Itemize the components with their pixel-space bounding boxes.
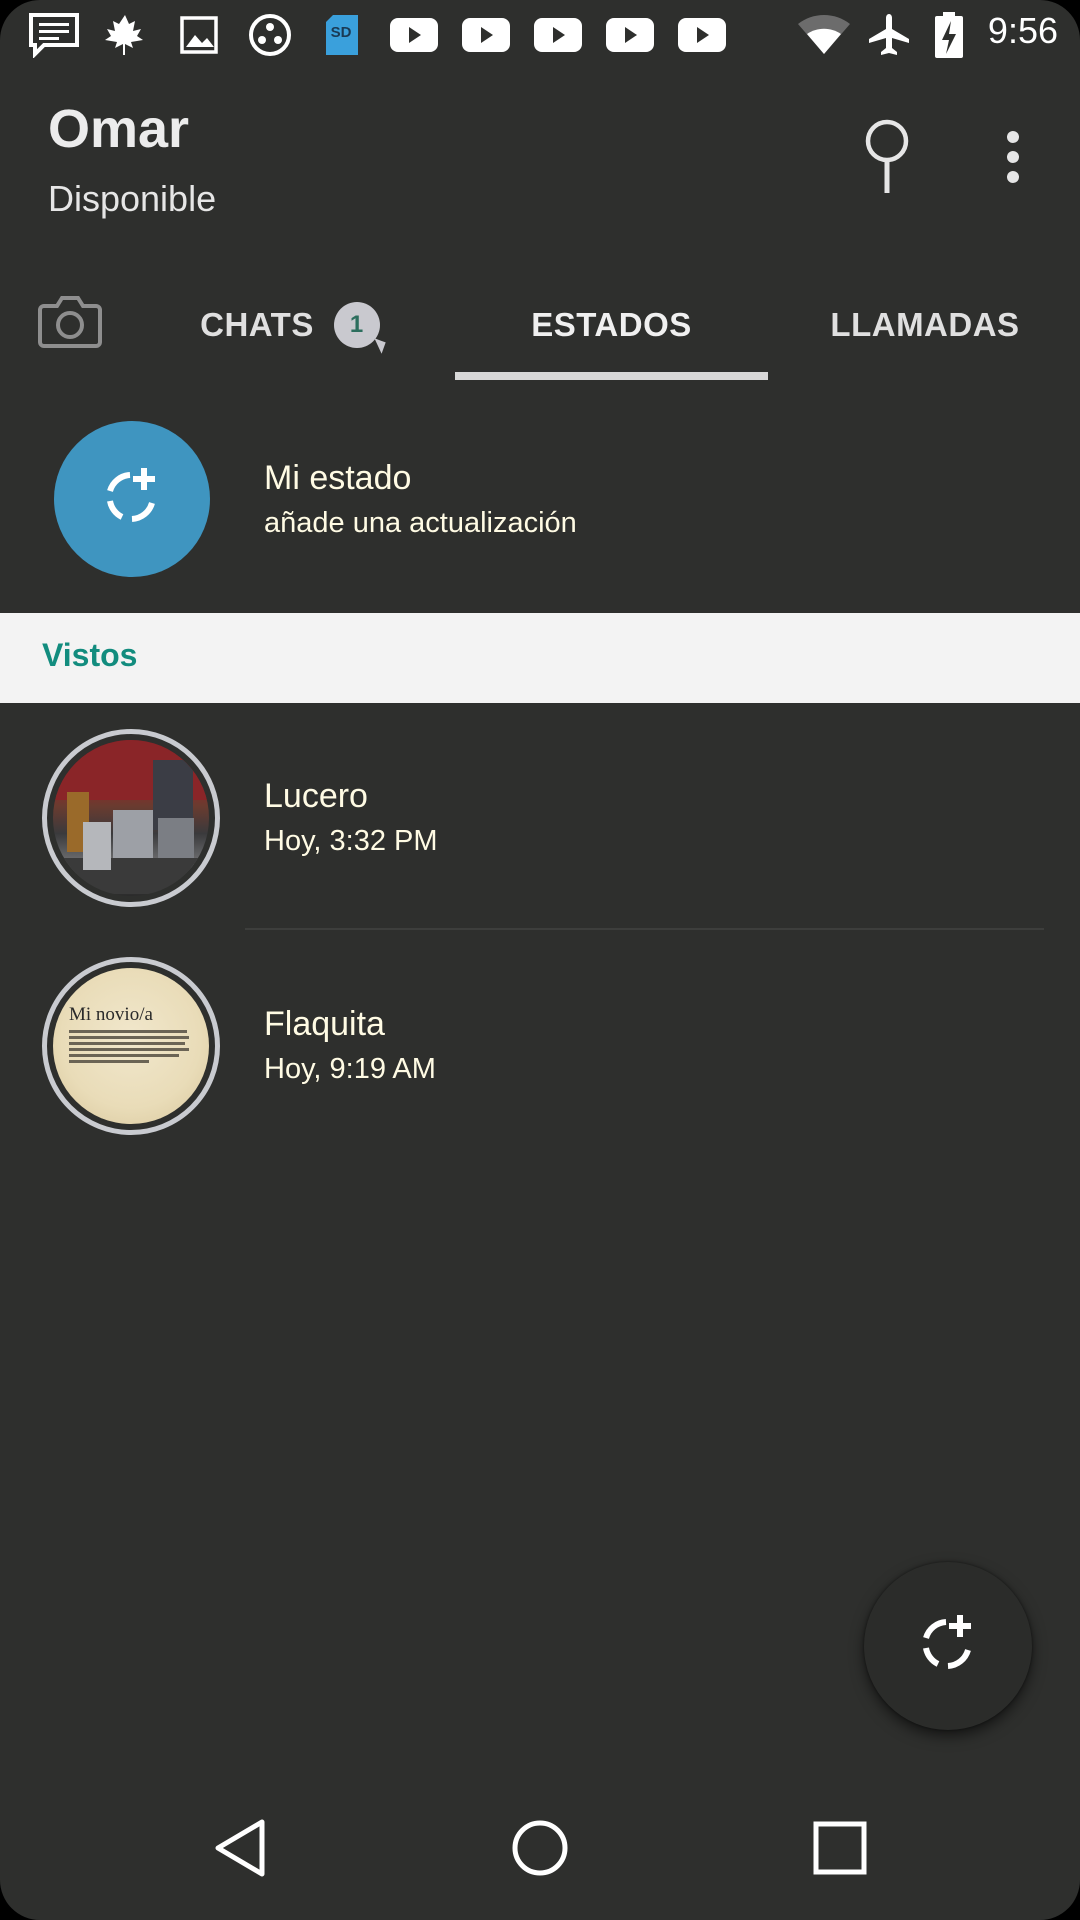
contact-time: Hoy, 9:19 AM xyxy=(264,1053,436,1085)
profile-name: Omar xyxy=(48,99,190,159)
back-button[interactable] xyxy=(190,1800,290,1900)
status-ring: Mi novio/a xyxy=(42,957,220,1135)
app-header: Omar Disponible CHATS 1 ESTADOS LLAMADAS xyxy=(0,70,1080,380)
clock-time: 9:56 xyxy=(987,10,1058,51)
battery-charging-icon xyxy=(934,12,964,58)
recents-button[interactable] xyxy=(790,1800,890,1900)
wifi-icon xyxy=(796,12,852,58)
status-ring xyxy=(42,729,220,907)
tab-chats-label: CHATS xyxy=(200,306,314,343)
thumbnail-title: Mi novio/a xyxy=(69,1004,153,1025)
contact-time: Hoy, 3:32 PM xyxy=(264,825,438,857)
contact-thumbnail xyxy=(53,740,209,896)
tab-llamadas-label: LLAMADAS xyxy=(830,306,1020,343)
more-vert-icon xyxy=(1005,129,1021,190)
tab-indicator xyxy=(455,372,768,380)
status-add-icon xyxy=(100,465,164,534)
sd-card-label: SD xyxy=(330,24,352,41)
tab-camera[interactable] xyxy=(30,270,110,380)
youtube-icon xyxy=(678,12,726,58)
status-item-lucero[interactable]: Lucero Hoy, 3:32 PM xyxy=(0,703,1080,931)
section-label: Vistos xyxy=(42,637,138,673)
search-button[interactable] xyxy=(842,114,932,204)
back-icon xyxy=(210,1816,270,1885)
profile-status: Disponible xyxy=(48,178,217,219)
thumbnail-text: Mi novio/a xyxy=(69,1004,199,1066)
tab-chats[interactable]: CHATS 1 xyxy=(150,270,430,380)
home-icon xyxy=(510,1818,570,1883)
app-circle-icon xyxy=(246,12,294,58)
my-status-subtitle: añade una actualización xyxy=(264,507,577,539)
contact-name: Flaquita xyxy=(264,1005,385,1043)
tab-bar: CHATS 1 ESTADOS LLAMADAS xyxy=(0,270,1080,380)
sd-card-icon: SD xyxy=(322,12,362,58)
thumbnail-lines xyxy=(69,1030,199,1063)
app-screen: SD 9:56 Omar Disponible CHATS 1 ESTADOS … xyxy=(0,0,1080,1920)
unread-badge: 1 xyxy=(333,302,380,348)
section-header: Vistos xyxy=(0,613,1080,703)
new-status-button[interactable] xyxy=(864,1562,1032,1730)
search-icon xyxy=(859,119,915,200)
camera-icon xyxy=(38,294,102,356)
navigation-bar xyxy=(0,1780,1080,1920)
youtube-icon xyxy=(606,12,654,58)
status-bar: SD 9:56 xyxy=(0,0,1080,70)
contact-name: Lucero xyxy=(264,777,368,815)
youtube-icon xyxy=(390,12,438,58)
tab-estados-label: ESTADOS xyxy=(531,306,692,343)
contact-thumbnail: Mi novio/a xyxy=(53,968,209,1124)
my-status-title: Mi estado xyxy=(264,459,412,497)
message-icon xyxy=(26,12,82,58)
status-item-flaquita[interactable]: Mi novio/a Flaquita Hoy, 9:19 AM xyxy=(0,931,1080,1159)
maple-leaf-icon xyxy=(100,12,150,58)
youtube-icon xyxy=(534,12,582,58)
tab-estados[interactable]: ESTADOS xyxy=(455,270,768,380)
image-icon xyxy=(176,12,222,58)
airplane-icon xyxy=(864,12,914,58)
my-status-avatar xyxy=(54,421,210,577)
home-button[interactable] xyxy=(490,1800,590,1900)
row-divider xyxy=(245,928,1044,930)
recents-icon xyxy=(812,1820,868,1881)
tab-llamadas[interactable]: LLAMADAS xyxy=(800,270,1050,380)
status-add-icon xyxy=(916,1612,980,1681)
more-options-button[interactable] xyxy=(968,114,1058,204)
my-status-row[interactable]: Mi estado añade una actualización xyxy=(0,385,1080,613)
youtube-icon xyxy=(462,12,510,58)
